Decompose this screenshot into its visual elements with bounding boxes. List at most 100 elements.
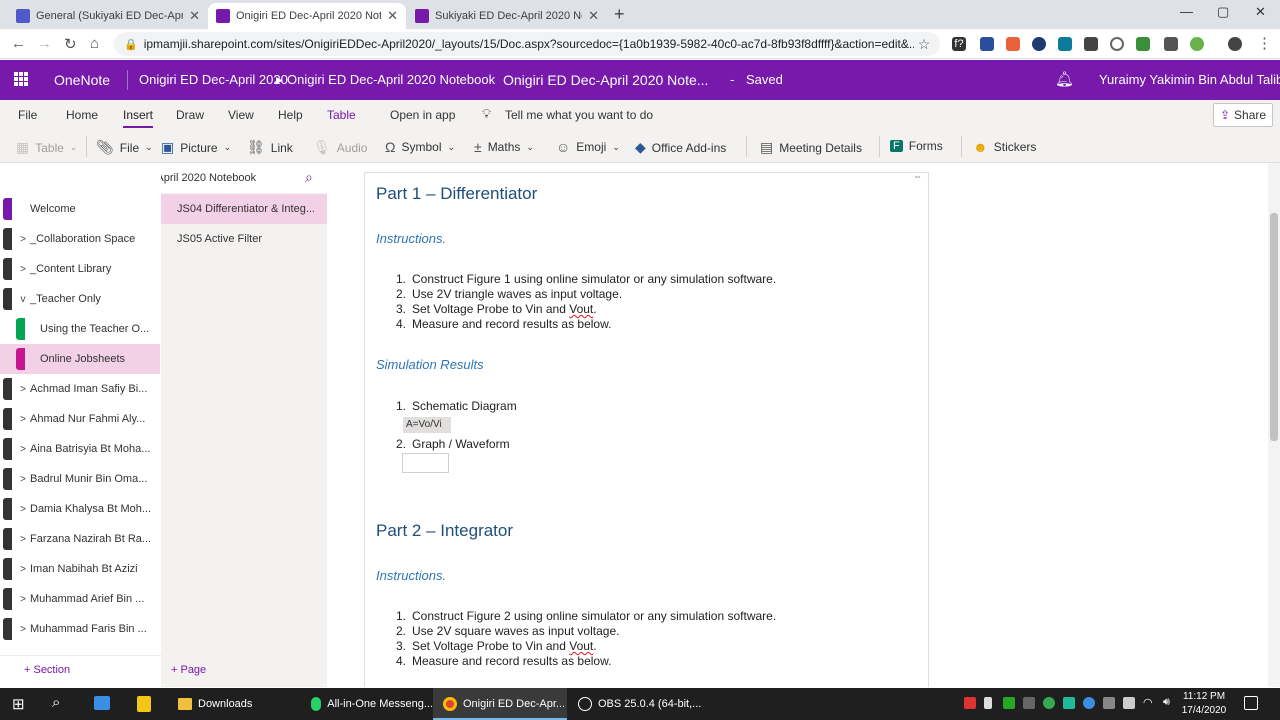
chevron-right-icon[interactable]: >: [16, 234, 30, 245]
close-window-icon[interactable]: ✕: [1255, 4, 1266, 20]
app-launcher-icon[interactable]: [14, 72, 28, 86]
insert-picture-button[interactable]: ▣ Picture ⌄: [161, 139, 231, 156]
system-clock[interactable]: 11:12 PM 17/4/2020: [1178, 690, 1230, 718]
file-explorer-icon[interactable]: [94, 696, 110, 710]
kebab-menu-icon[interactable]: ⋮: [1257, 34, 1272, 52]
close-tab-icon[interactable]: ✕: [189, 8, 200, 24]
section-student[interactable]: > Aina Batrisyia Bt Moha...: [0, 434, 160, 464]
section-student[interactable]: > Muhammad Faris Bin ...: [0, 614, 160, 644]
tray-icon[interactable]: [1003, 697, 1015, 709]
section-student[interactable]: > Achmad Iman Safiy Bi...: [0, 374, 160, 404]
section-student[interactable]: > Iman Nabihah Bt Azizi: [0, 554, 160, 584]
tray-icon[interactable]: [1023, 697, 1035, 709]
page-item[interactable]: JS04 Differentiator & Integ...: [161, 194, 327, 224]
extension-icon[interactable]: [1032, 37, 1046, 51]
tab-table[interactable]: Table: [327, 108, 356, 122]
url-field[interactable]: 🔒 ipmamjii.sharepoint.com/sites/OnigiriE…: [114, 32, 940, 56]
browser-tab-onigiri[interactable]: Onigiri ED Dec-April 2020 Notebook ✕: [208, 3, 406, 29]
volume-icon[interactable]: 🔊︎: [1163, 696, 1175, 708]
tab-file[interactable]: File: [18, 108, 37, 122]
extension-icon[interactable]: [1110, 37, 1124, 51]
share-button[interactable]: ⇪ Share: [1213, 103, 1273, 127]
chevron-right-icon[interactable]: >: [16, 384, 30, 395]
insert-file-button[interactable]: 📎︎ File ⌄: [96, 139, 153, 156]
chevron-right-icon[interactable]: >: [16, 594, 30, 605]
tab-draw[interactable]: Draw: [176, 108, 204, 122]
taskbar-item-messenger[interactable]: All-in-One Messeng...: [305, 688, 433, 720]
chevron-right-icon[interactable]: >: [16, 504, 30, 515]
empty-image-placeholder[interactable]: [402, 453, 449, 473]
section-teacher-only[interactable]: v _Teacher Only: [0, 284, 160, 314]
tray-icon[interactable]: [1063, 697, 1075, 709]
formula-chip[interactable]: A=Vo/Vi: [403, 417, 451, 433]
list-item[interactable]: 1. Construct Figure 1 using online simula…: [376, 272, 776, 286]
office-addins-button[interactable]: ◆ Office Add-ins: [635, 139, 726, 156]
breadcrumb-site[interactable]: Onigiri ED Dec-April 2020: [139, 72, 288, 87]
notification-center-icon[interactable]: [1244, 696, 1258, 710]
breadcrumb-notebook[interactable]: Onigiri ED Dec-April 2020 Notebook: [287, 72, 495, 87]
insert-audio-button[interactable]: 🎙︎ Audio: [313, 139, 367, 156]
forms-button[interactable]: F Forms: [890, 139, 943, 153]
add-section-button[interactable]: + Section: [24, 664, 70, 676]
forward-icon[interactable]: →: [37, 35, 52, 52]
chevron-right-icon[interactable]: >: [16, 564, 30, 575]
section-student[interactable]: > Badrul Munir Bin Oma...: [0, 464, 160, 494]
section-using-teacher[interactable]: Using the Teacher O...: [0, 314, 160, 344]
section-content-library[interactable]: > _Content Library: [0, 254, 160, 284]
insert-emoji-button[interactable]: ☺ Emoji ⌄: [556, 139, 620, 155]
expand-page-icon[interactable]: ⇔: [913, 171, 922, 181]
list-item[interactable]: 2. Use 2V triangle waves as input voltage…: [376, 287, 622, 301]
list-item[interactable]: 3. Set Voltage Probe to Vin and Vout.: [376, 302, 597, 316]
chevron-right-icon[interactable]: >: [16, 444, 30, 455]
taskbar-item-obs[interactable]: OBS 25.0.4 (64-bit,...: [572, 688, 702, 720]
tray-icon[interactable]: [964, 697, 976, 709]
reload-icon[interactable]: ↻: [64, 35, 77, 53]
extension-icon[interactable]: [1084, 37, 1098, 51]
chevron-down-icon[interactable]: v: [16, 294, 30, 305]
taskbar-item-chrome[interactable]: Onigiri ED Dec-Apr...: [433, 688, 567, 720]
close-tab-icon[interactable]: ✕: [588, 8, 599, 24]
microphone-icon[interactable]: [984, 697, 992, 709]
list-item[interactable]: 3. Set Voltage Probe to Vin and Vout.: [376, 639, 597, 653]
insert-link-button[interactable]: ⛓︎ Link: [247, 139, 293, 156]
minimize-icon[interactable]: —: [1180, 4, 1193, 19]
back-icon[interactable]: ←: [11, 35, 26, 52]
extension-icon[interactable]: [1058, 37, 1072, 51]
scrollbar-thumb[interactable]: [1270, 213, 1278, 441]
part2-heading[interactable]: Part 2 – Integrator: [376, 521, 513, 541]
tab-help[interactable]: Help: [278, 108, 303, 122]
taskbar-item-downloads[interactable]: Downloads: [170, 688, 300, 720]
page-item[interactable]: JS05 Active Filter: [161, 224, 327, 254]
instructions-heading[interactable]: Instructions.: [376, 231, 446, 246]
section-student[interactable]: > Muhammad Arief Bin ...: [0, 584, 160, 614]
maximize-icon[interactable]: ▢: [1217, 4, 1229, 20]
new-tab-button[interactable]: +: [614, 4, 625, 25]
tray-icon[interactable]: [1043, 697, 1055, 709]
windows-start-icon[interactable]: ⊞: [12, 695, 25, 713]
home-icon[interactable]: ⌂: [90, 35, 99, 52]
list-item[interactable]: 1. Construct Figure 2 using online simula…: [376, 609, 776, 623]
section-student[interactable]: > Damia Khalysa Bt Moh...: [0, 494, 160, 524]
insert-maths-button[interactable]: ± Maths ⌄: [474, 139, 534, 155]
chevron-right-icon[interactable]: >: [16, 474, 30, 485]
insert-table-button[interactable]: ▦ Table ⌄: [16, 139, 77, 156]
extension-icon[interactable]: [1190, 37, 1204, 51]
tab-home[interactable]: Home: [66, 108, 98, 122]
search-icon[interactable]: ⌕: [52, 694, 60, 711]
list-item[interactable]: 1. Schematic Diagram: [376, 399, 517, 413]
browser-tab-sukiyaki[interactable]: Sukiyaki ED Dec-April 2020 Notebook ✕: [407, 3, 607, 29]
tab-insert[interactable]: Insert: [123, 108, 154, 128]
extension-icon[interactable]: [980, 37, 994, 51]
notification-bell-icon[interactable]: 🔔︎: [1055, 70, 1074, 88]
onedrive-icon[interactable]: [1083, 697, 1095, 709]
app-name[interactable]: OneNote: [54, 72, 110, 88]
chevron-right-icon[interactable]: >: [16, 264, 30, 275]
avatar[interactable]: [1228, 37, 1242, 51]
section-student[interactable]: > Farzana Nazirah Bt Ra...: [0, 524, 160, 554]
extension-icon[interactable]: [1136, 37, 1150, 51]
list-item[interactable]: 2. Use 2V square waves as input voltage.: [376, 624, 619, 638]
tab-view[interactable]: View: [228, 108, 254, 122]
extension-icon[interactable]: [1164, 37, 1178, 51]
search-icon[interactable]: ⌕: [305, 169, 313, 186]
section-student[interactable]: > Ahmad Nur Fahmi Aly...: [0, 404, 160, 434]
